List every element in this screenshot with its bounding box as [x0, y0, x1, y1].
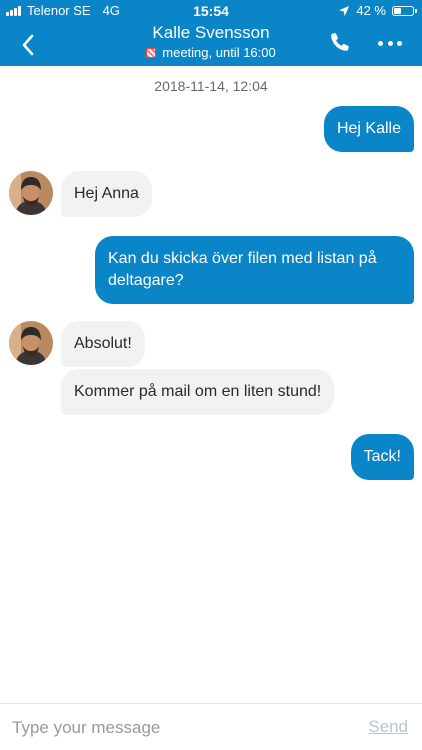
battery-level-fill	[394, 8, 401, 14]
incoming-message[interactable]: Kommer på mail om en liten stund!	[61, 369, 335, 415]
contact-avatar[interactable]	[9, 171, 53, 215]
more-dot	[387, 40, 393, 46]
more-dot	[378, 40, 383, 46]
contact-photo	[9, 171, 53, 215]
presence-text: meeting, until 16:00	[162, 45, 276, 60]
outgoing-message[interactable]: Kan du skicka över filen med listan på d…	[95, 236, 414, 304]
phone-icon	[331, 33, 349, 51]
app-header: Telenor SE 4G 15:54 42 % Kalle Svensson …	[0, 0, 422, 66]
contact-avatar[interactable]	[9, 321, 53, 365]
message-input[interactable]	[12, 714, 342, 742]
nav-bar: Kalle Svensson meeting, until 16:00	[0, 22, 422, 66]
status-bar: Telenor SE 4G 15:54 42 %	[0, 0, 422, 22]
send-button[interactable]: Send	[368, 717, 408, 737]
outgoing-message[interactable]: Tack!	[350, 434, 414, 480]
message-composer: Send	[0, 703, 422, 750]
date-separator: 2018-11-14, 12:04	[154, 78, 268, 94]
incoming-message[interactable]: Absolut!	[61, 321, 145, 367]
status-bar-right: 42 %	[338, 0, 417, 22]
battery-percent: 42 %	[356, 3, 386, 18]
more-options-button[interactable]	[378, 38, 402, 48]
location-arrow-icon	[339, 6, 350, 16]
incoming-message[interactable]: Hej Anna	[61, 171, 152, 217]
call-button[interactable]	[328, 30, 352, 54]
message-list[interactable]: 2018-11-14, 12:04 Hej Kalle Hej Anna Kan…	[0, 66, 422, 703]
presence-status: meeting, until 16:00	[80, 44, 342, 62]
back-button[interactable]	[16, 32, 42, 58]
busy-presence-icon	[146, 48, 157, 58]
more-dot	[397, 40, 402, 46]
contact-photo	[9, 321, 53, 365]
chevron-left-icon	[22, 34, 34, 56]
contact-name: Kalle Svensson	[152, 23, 270, 42]
conversation-title[interactable]: Kalle Svensson meeting, until 16:00	[80, 22, 342, 62]
outgoing-message[interactable]: Hej Kalle	[323, 106, 414, 152]
chat-screen: Telenor SE 4G 15:54 42 % Kalle Svensson …	[0, 0, 422, 750]
battery-icon	[392, 6, 417, 16]
